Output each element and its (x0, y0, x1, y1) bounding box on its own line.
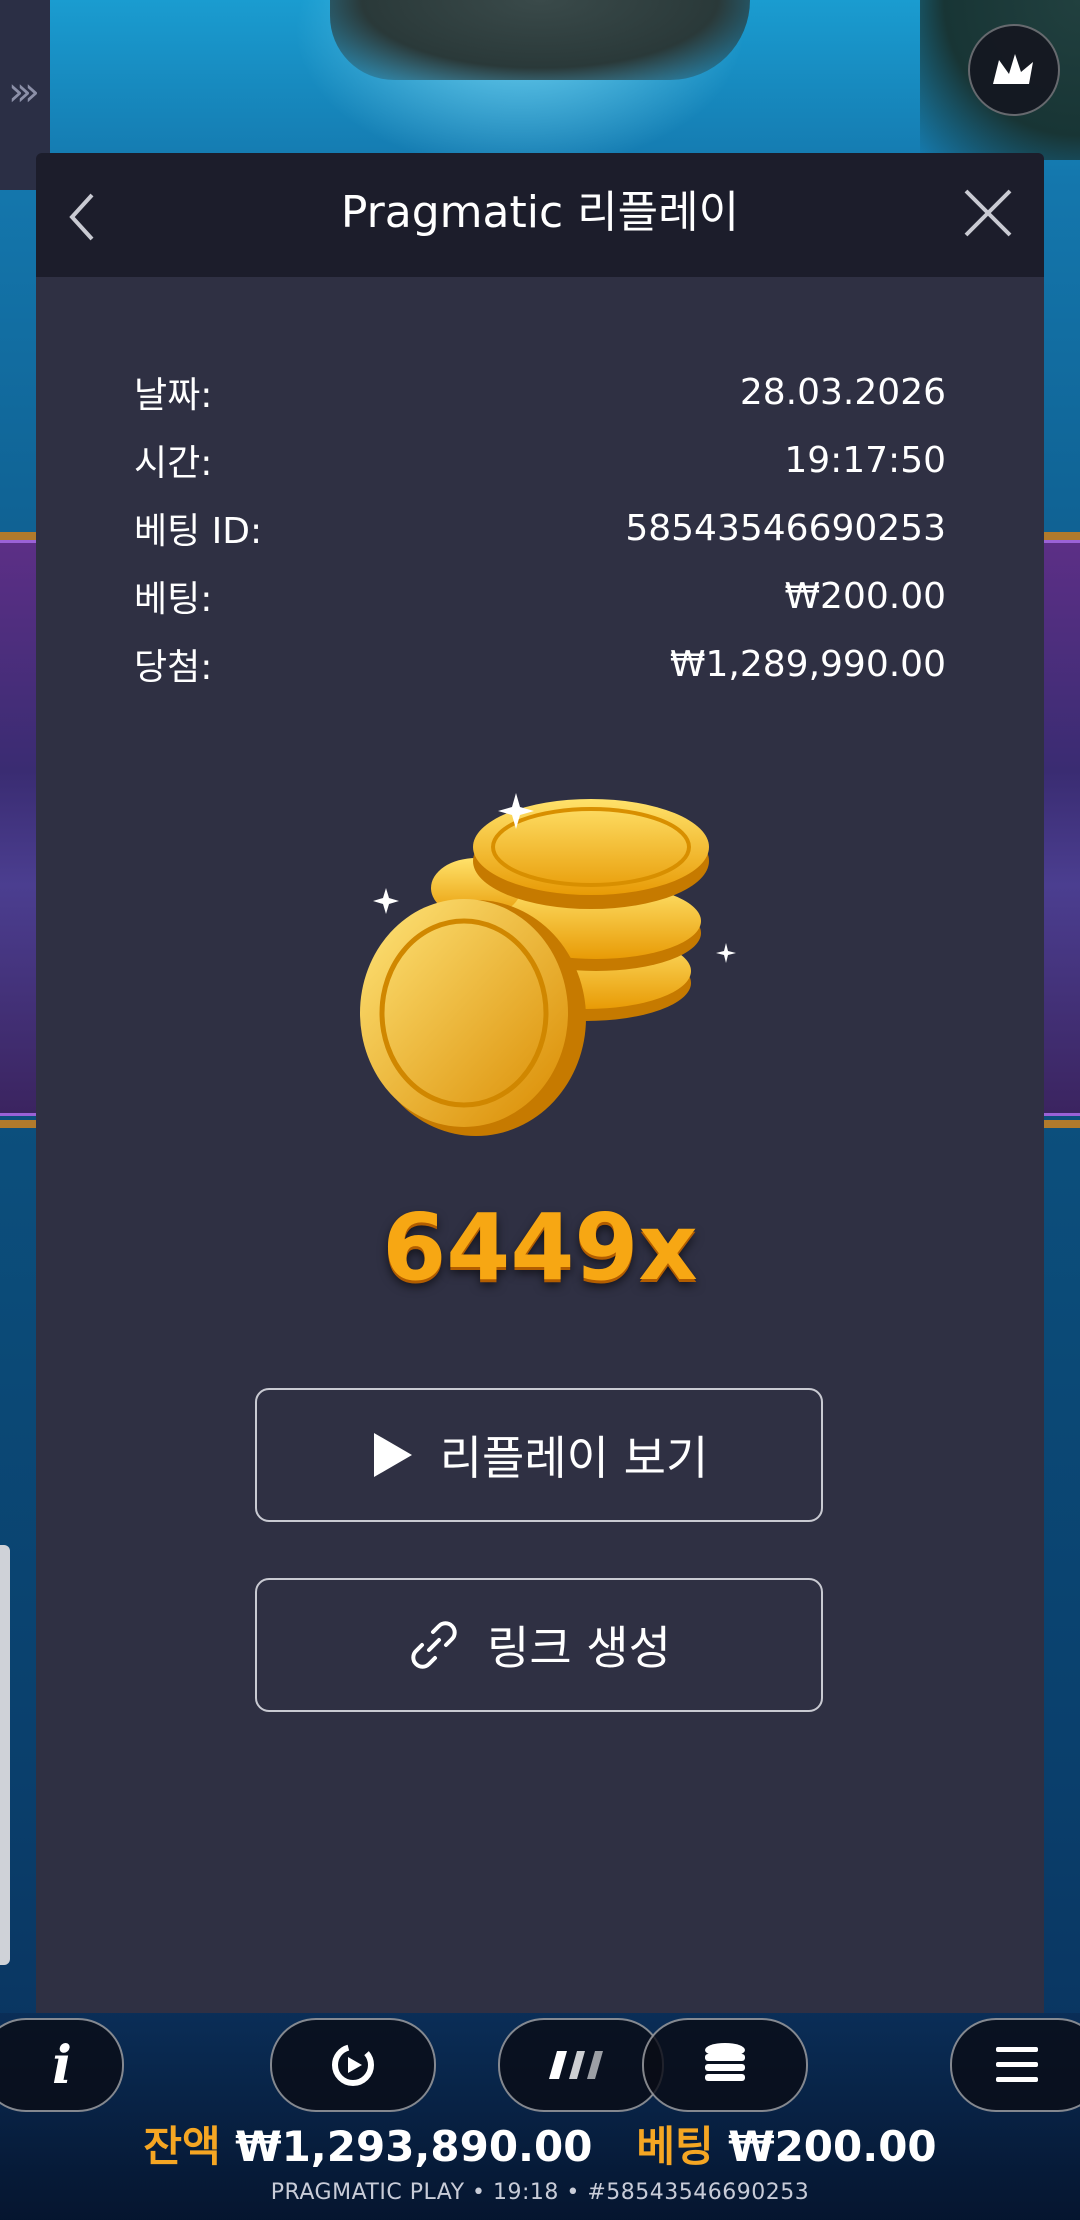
pragmatic-logo-button[interactable] (968, 24, 1060, 116)
reel-frame-right (1040, 532, 1080, 1128)
hamburger-menu-icon (996, 2047, 1038, 2082)
date-value: 28.03.2026 (739, 371, 946, 413)
bet-info-list: 날짜: 28.03.2026 시간: 19:17:50 베팅 ID: 58543… (134, 358, 946, 698)
bet-id-value: 58543546690253 (625, 507, 946, 549)
bet-value: ₩200.00 (784, 575, 946, 617)
link-icon (411, 1621, 457, 1669)
menu-button[interactable] (950, 2018, 1080, 2112)
replay-dialog: Pragmatic 리플레이 날짜: 28.03.2026 시간: 19:17:… (36, 153, 1044, 2013)
turbo-spin-button[interactable] (498, 2018, 664, 2112)
close-button[interactable] (956, 181, 1020, 245)
bet-label: 베팅: (134, 579, 213, 620)
info-icon: i (52, 2034, 72, 2096)
view-replay-label: 리플레이 보기 (439, 1431, 709, 1485)
dialog-header: Pragmatic 리플레이 (36, 153, 1044, 277)
double-chevron-right-icon: ››› (8, 69, 40, 115)
info-row-time: 시간: 19:17:50 (134, 426, 946, 494)
total-bet-value: ₩200.00 (728, 2122, 937, 2171)
bet-id-label: 베팅 ID: (134, 511, 263, 552)
info-row-bet-id: 베팅 ID: 58543546690253 (134, 494, 946, 562)
info-row-win: 당첨: ₩1,289,990.00 (134, 630, 946, 698)
footer-info: PRAGMATIC PLAY • 19:18 • #58543546690253 (270, 2180, 810, 2205)
create-link-label: 링크 생성 (487, 1621, 671, 1675)
info-row-bet: 베팅: ₩200.00 (134, 562, 946, 630)
device-edge (0, 1545, 10, 1965)
play-icon (373, 1433, 412, 1477)
time-value: 19:17:50 (784, 439, 946, 481)
create-link-button[interactable]: 링크 생성 (255, 1578, 823, 1712)
balance-bet-status: 잔액 ₩1,293,890.00 베팅 ₩200.00 (0, 2122, 1080, 2172)
close-icon (964, 189, 1012, 237)
win-label: 당첨: (134, 647, 213, 688)
time-label: 시간: (134, 443, 213, 484)
gold-coins-icon (360, 793, 736, 1136)
balance-label: 잔액 (143, 2122, 221, 2171)
dialog-title: Pragmatic 리플레이 (340, 187, 740, 238)
total-bet-label: 베팅 (636, 2122, 714, 2171)
crown-icon (993, 54, 1033, 84)
view-replay-button[interactable]: 리플레이 보기 (255, 1388, 823, 1522)
date-label: 날짜: (134, 375, 213, 416)
win-value: ₩1,289,990.00 (669, 643, 946, 685)
autoplay-icon (332, 2044, 374, 2086)
bet-settings-button[interactable] (642, 2018, 808, 2112)
turbo-icon (549, 2051, 603, 2079)
info-button[interactable]: i (0, 2018, 124, 2112)
coin-stack-icon (705, 2043, 745, 2081)
autoplay-button[interactable] (270, 2018, 436, 2112)
reel-frame-left (0, 532, 40, 1128)
win-multiplier: 6449x (382, 1194, 698, 1301)
info-row-date: 날짜: 28.03.2026 (134, 358, 946, 426)
balance-value: ₩1,293,890.00 (235, 2122, 593, 2171)
background-rock (330, 0, 750, 80)
